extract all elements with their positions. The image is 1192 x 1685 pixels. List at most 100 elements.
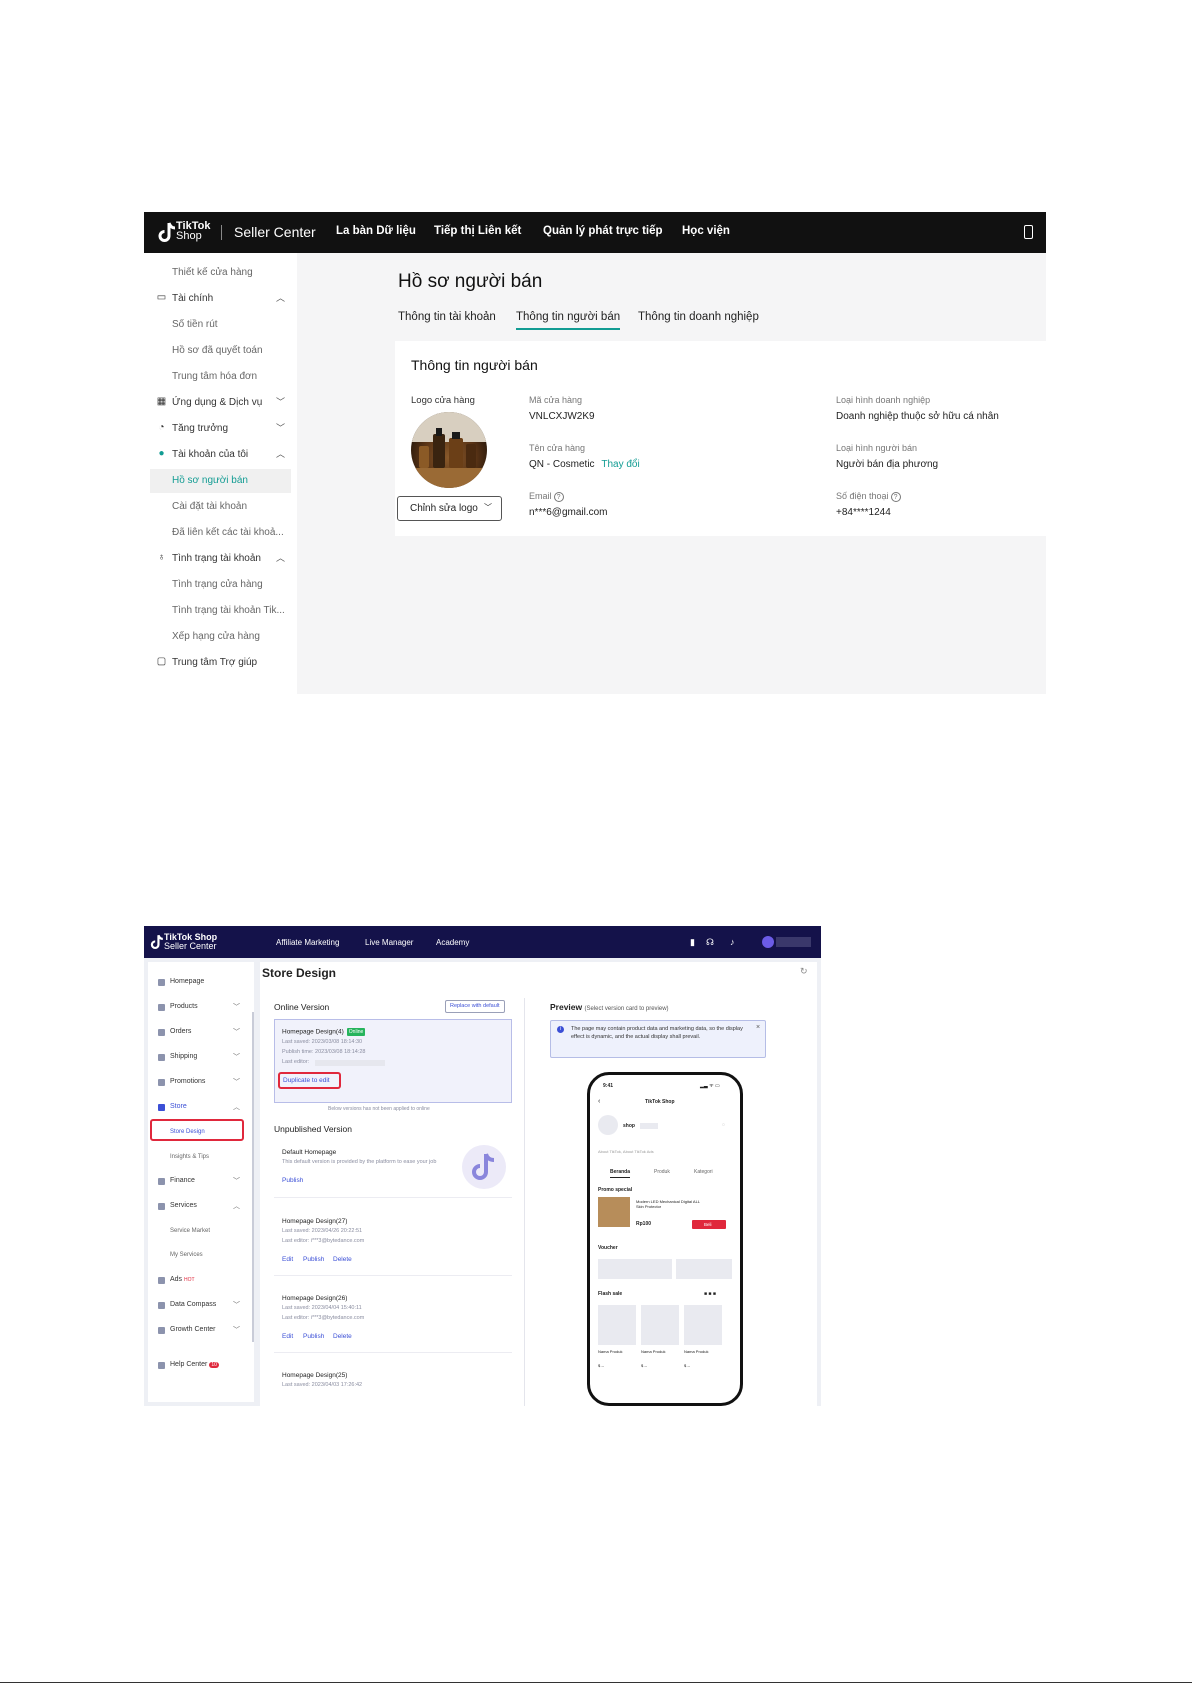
finance-icon (158, 1178, 165, 1185)
nav-affiliate-marketing[interactable]: Affiliate Marketing (276, 938, 339, 947)
sidebar-item-store-design[interactable]: Thiết kế cửa hàng (144, 261, 297, 285)
phone-tab-home[interactable]: Beranda (610, 1169, 631, 1178)
sidebar-item-help-center[interactable]: Help Center 10 (148, 1357, 254, 1375)
tab-account-info[interactable]: Thông tin tài khoản (398, 311, 496, 323)
chevron-down-icon: ﹀ (276, 423, 286, 433)
count-badge: 10 (209, 1362, 219, 1368)
sidebar-item-label: Shipping (170, 1053, 198, 1060)
sidebar-item-help-center[interactable]: ▢ Trung tâm Trợ giúp (144, 651, 297, 675)
services-icon (158, 1203, 165, 1210)
nav-affiliate-marketing[interactable]: Tiếp thị Liên kết (434, 225, 521, 237)
close-icon[interactable]: × (756, 1024, 760, 1031)
sidebar-item-label: Tình trạng tài khoản (172, 553, 261, 564)
edit-logo-button[interactable]: Chỉnh sửa logo ﹀ (397, 496, 502, 521)
last-editor: Last editor: i***3@bytedance.com (282, 1238, 365, 1244)
sidebar-item-settlements[interactable]: Hồ sơ đã quyết toán (144, 339, 297, 363)
nav-live-manager[interactable]: Live Manager (365, 938, 413, 947)
scrollbar[interactable] (252, 1012, 254, 1342)
sidebar-item-withdrawals[interactable]: Số tiền rút (144, 313, 297, 337)
mobile-icon[interactable] (1024, 225, 1033, 239)
sidebar-item-label: Service Market (170, 1228, 211, 1234)
buy-button[interactable]: Beli (692, 1220, 726, 1229)
sidebar: Homepage Products ﹀ Orders ﹀ Shipping ﹀ Pro… (148, 962, 254, 1402)
sidebar-item-label: Số tiền rút (172, 319, 218, 330)
ads-icon (158, 1277, 165, 1284)
online-version-card[interactable]: Homepage Design(4) Online Last saved: 202… (274, 1019, 512, 1103)
sidebar-item-my-services[interactable]: My Services (148, 1247, 254, 1265)
publish-link[interactable]: Publish (282, 1177, 303, 1184)
brand-logo-text: TikTok Shop Seller Center (164, 932, 218, 951)
phone-tab-products[interactable]: Produk (654, 1169, 670, 1175)
change-name-link[interactable]: Thay đổi (601, 459, 639, 470)
sidebar-item-ads[interactable]: Ads HOT (148, 1272, 254, 1290)
refresh-icon[interactable]: ↻ (800, 966, 808, 977)
nav-academy[interactable]: Học viện (682, 225, 730, 237)
sidebar-item-store[interactable]: Store ︿ (148, 1099, 254, 1117)
sidebar-item-homepage[interactable]: Homepage (148, 974, 254, 992)
flash-product-name: Nama Produk (641, 1349, 666, 1354)
sidebar-item-tiktok-account-health[interactable]: Tình trạng tài khoản Tik... (144, 599, 297, 623)
help-question-icon[interactable]: ? (553, 491, 564, 502)
version-card[interactable]: Homepage Design(25) Last saved: 2023/04/… (274, 1364, 512, 1406)
sidebar-item-my-account[interactable]: ● Tài khoản của tôi ︿ (144, 443, 297, 467)
sidebar-item-account-settings[interactable]: Cài đặt tài khoản (144, 495, 297, 519)
bell-icon[interactable]: ♪ (730, 937, 735, 947)
publish-link[interactable]: Publish (303, 1333, 324, 1340)
publish-link[interactable]: Publish (303, 1256, 324, 1263)
card-title: Thông tin người bán (411, 357, 538, 373)
sidebar-item-store-rating[interactable]: Xếp hạng cửa hàng (144, 625, 297, 649)
sidebar-item-shipping[interactable]: Shipping ﹀ (148, 1049, 254, 1067)
sidebar-item-apps-services[interactable]: ▦ Ứng dụng & Dịch vụ ﹀ (144, 391, 297, 415)
chevron-up-icon: ︿ (233, 1203, 240, 1210)
sidebar-item-promotions[interactable]: Promotions ﹀ (148, 1074, 254, 1092)
version-card[interactable]: Homepage Design(27) Last saved: 2023/04/… (274, 1210, 512, 1276)
sidebar-item-store-health[interactable]: Tình trạng cửa hàng (144, 573, 297, 597)
back-icon[interactable]: ‹ (598, 1098, 600, 1105)
sidebar-item-services[interactable]: Services ︿ (148, 1198, 254, 1216)
tab-seller-info[interactable]: Thông tin người bán (516, 311, 621, 330)
headset-icon[interactable]: ☊ (706, 937, 714, 948)
shipping-icon (158, 1054, 165, 1061)
last-saved: Last saved: 2023/04/03 17:26:42 (282, 1382, 363, 1388)
voucher-card[interactable] (676, 1259, 732, 1279)
user-name-redacted[interactable] (776, 937, 811, 947)
sidebar-item-invoice-center[interactable]: Trung tâm hóa đơn (144, 365, 297, 389)
sidebar-item-data-compass[interactable]: Data Compass ﹀ (148, 1297, 254, 1315)
sidebar-item-orders[interactable]: Orders ﹀ (148, 1024, 254, 1042)
sidebar-item-growth[interactable]: ◔ Tăng trưởng ﹀ (144, 417, 297, 441)
edit-link[interactable]: Edit (282, 1256, 293, 1263)
sidebar-item-products[interactable]: Products ﹀ (148, 999, 254, 1017)
sidebar: Thiết kế cửa hàng ▭ Tài chính ︿ Số tiền rú… (144, 253, 297, 694)
nav-academy[interactable]: Academy (436, 938, 469, 947)
sidebar-item-insights-tips[interactable]: Insights & Tips (148, 1149, 254, 1167)
mobile-icon[interactable]: ▮ (690, 937, 695, 948)
phone-tab-category[interactable]: Kategori (694, 1169, 713, 1175)
help-question-icon[interactable]: ? (890, 491, 901, 502)
delete-link[interactable]: Delete (333, 1333, 352, 1340)
flash-product-price: $ -- (641, 1363, 647, 1368)
default-homepage-card[interactable]: Default Homepage This default version is… (274, 1140, 512, 1198)
sidebar-item-label: Help Center 10 (170, 1361, 219, 1368)
main-content: Hồ sơ người bán Thông tin tài khoản Thôn… (297, 253, 1046, 694)
avatar[interactable] (762, 936, 774, 948)
sidebar-item-account-health[interactable]: ♁ Tình trạng tài khoản ︿ (144, 547, 297, 571)
version-card[interactable]: Homepage Design(26) Last saved: 2023/04/… (274, 1287, 512, 1353)
replace-with-default-button[interactable]: Replace with default (445, 1000, 505, 1013)
chevron-down-icon: ﹀ (233, 1302, 240, 1309)
nav-live-manager[interactable]: Quản lý phát trực tiếp (543, 225, 663, 237)
sidebar-item-growth-center[interactable]: Growth Center ﹀ (148, 1322, 254, 1340)
edit-link[interactable]: Edit (282, 1333, 293, 1340)
delete-link[interactable]: Delete (333, 1256, 352, 1263)
sidebar-item-service-market[interactable]: Service Market (148, 1223, 254, 1241)
sidebar-item-label: Homepage (170, 978, 205, 985)
sidebar-item-linked-accounts[interactable]: Đã liên kết các tài khoả... (144, 521, 297, 545)
sidebar-item-seller-profile[interactable]: Hồ sơ người bán (150, 469, 291, 493)
sidebar-item-finance[interactable]: ▭ Tài chính ︿ (144, 287, 297, 311)
nav-data-compass[interactable]: La bàn Dữ liệu (336, 225, 416, 237)
tab-business-info[interactable]: Thông tin doanh nghiệp (638, 311, 759, 323)
data-compass-icon (158, 1302, 165, 1309)
sidebar-item-label: Orders (170, 1028, 192, 1035)
chat-icon[interactable]: ◌ (722, 1122, 725, 1128)
voucher-card[interactable] (598, 1259, 672, 1279)
sidebar-item-finance[interactable]: Finance ﹀ (148, 1173, 254, 1191)
